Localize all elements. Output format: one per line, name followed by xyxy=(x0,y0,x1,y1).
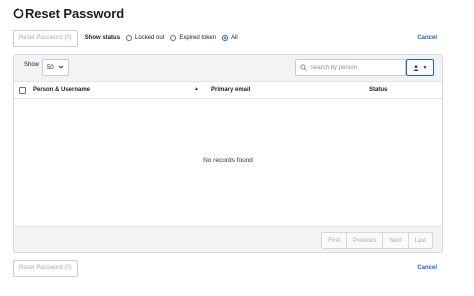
sort-asc-icon[interactable]: ▲ xyxy=(194,86,199,92)
first-page-button[interactable]: First xyxy=(321,232,347,249)
search-icon xyxy=(300,64,307,71)
radio-circle[interactable] xyxy=(126,35,133,41)
column-header-primary-email: Primary email xyxy=(211,87,251,93)
pagination: First Previous Next Last xyxy=(321,232,433,249)
radio-circle[interactable] xyxy=(170,35,177,41)
search-input[interactable] xyxy=(310,64,400,71)
page-size-value: 50 xyxy=(47,64,54,71)
next-page-button[interactable]: Next xyxy=(382,232,409,249)
reset-password-button-bottom[interactable]: Reset Password (0) xyxy=(13,259,78,277)
cancel-link-bottom[interactable]: Cancel xyxy=(417,265,437,271)
radio-circle[interactable] xyxy=(222,35,229,41)
radio-label: Expired token xyxy=(179,35,217,41)
show-label: Show xyxy=(24,62,40,68)
select-all-checkbox[interactable] xyxy=(19,87,26,94)
table-footer: First Previous Next Last xyxy=(14,226,442,252)
page-title: Reset Password xyxy=(25,5,125,21)
status-radio-all[interactable]: All xyxy=(222,35,238,41)
status-radio-expired-token[interactable]: Expired token xyxy=(170,35,216,41)
show-status-label: Show status xyxy=(84,35,121,41)
column-header-person[interactable]: Person & Username xyxy=(33,87,90,93)
previous-page-button[interactable]: Previous xyxy=(345,232,384,249)
last-page-button[interactable]: Last xyxy=(407,232,433,249)
column-header-status: Status xyxy=(369,87,388,93)
chevron-down-icon xyxy=(58,65,64,69)
cancel-link[interactable]: Cancel xyxy=(417,35,437,41)
page-header: Reset Password xyxy=(13,4,124,22)
reset-password-button[interactable]: Reset Password (0) xyxy=(13,29,78,47)
page-size-select[interactable]: 50 xyxy=(42,59,69,76)
spinner-logo-icon xyxy=(13,8,24,18)
table-controls: Show 50 ▼ xyxy=(14,55,442,82)
people-table-panel: Show 50 ▼ Person & Username ▲ Primary em xyxy=(13,54,443,253)
table-header-row: Person & Username ▲ Primary email Status xyxy=(14,82,442,99)
user-icon xyxy=(413,64,418,71)
status-radio-locked-out[interactable]: Locked out xyxy=(126,35,164,41)
search-box[interactable] xyxy=(295,59,406,76)
caret-down-icon: ▼ xyxy=(422,64,428,71)
user-filter-dropdown[interactable]: ▼ xyxy=(406,59,434,76)
empty-state-message: No records found xyxy=(203,157,253,164)
radio-label: Locked out xyxy=(135,35,165,41)
bottom-toolbar: Reset Password (0) Cancel xyxy=(13,259,443,277)
radio-label: All xyxy=(231,35,238,41)
top-toolbar: Reset Password (0) Show status Locked ou… xyxy=(13,29,443,47)
